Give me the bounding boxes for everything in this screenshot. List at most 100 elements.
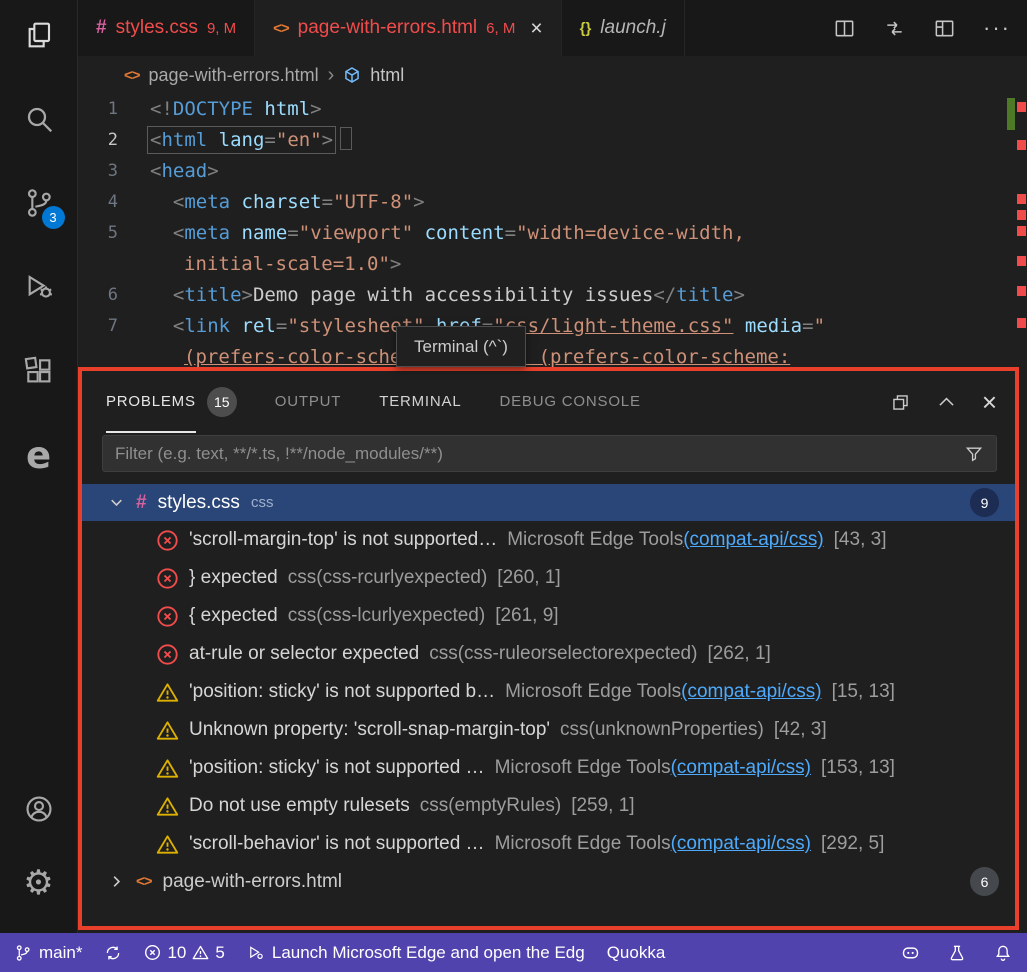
- problem-source: Microsoft Edge Tools: [507, 529, 683, 550]
- problem-source: css(css-lcurlyexpected): [288, 605, 485, 626]
- tab-styles-css[interactable]: # styles.css 9, M: [78, 0, 255, 56]
- breadcrumb: <> page-with-errors.html › html: [78, 56, 1007, 94]
- problem-item[interactable]: Unknown property: 'scroll-snap-margin-to…: [82, 711, 1015, 749]
- account-icon[interactable]: [15, 785, 63, 833]
- edge-devtools-icon[interactable]: e: [15, 431, 63, 479]
- problems-count-badge: 15: [207, 387, 237, 417]
- breadcrumb-separator-icon: ›: [328, 64, 335, 87]
- git-branch-item[interactable]: main*: [14, 943, 82, 963]
- sync-icon: [104, 944, 122, 962]
- search-icon[interactable]: [15, 95, 63, 143]
- problem-message: at-rule or selector expected: [189, 643, 419, 665]
- ruler-error-mark: [1017, 210, 1026, 220]
- problem-message: } expected: [189, 567, 278, 589]
- close-tab-icon[interactable]: ×: [530, 18, 542, 39]
- ruler-error-mark: [1017, 194, 1026, 204]
- customize-layout-icon[interactable]: [933, 17, 956, 40]
- tab-decoration: 6, M: [486, 20, 515, 37]
- tab-decoration: 9, M: [207, 20, 236, 37]
- problem-item[interactable]: 'position: sticky' is not supported b… M…: [82, 673, 1015, 711]
- problem-code-link[interactable]: (compat-api/css): [671, 833, 811, 854]
- more-actions-icon[interactable]: ···: [983, 17, 1011, 39]
- problem-position: [15, 13]: [832, 681, 895, 703]
- group-count-badge: 9: [970, 488, 999, 517]
- problem-position: [261, 9]: [495, 605, 558, 627]
- explorer-icon[interactable]: [15, 11, 63, 59]
- problem-item[interactable]: } expected css(css-rcurlyexpected) [260,…: [82, 559, 1015, 597]
- beaker-icon[interactable]: [947, 943, 967, 963]
- quokka-item[interactable]: Quokka: [607, 943, 666, 963]
- tab-problems[interactable]: PROBLEMS 15: [106, 371, 237, 433]
- problem-item[interactable]: { expected css(css-lcurlyexpected) [261,…: [82, 597, 1015, 635]
- settings-gear-icon[interactable]: ⚙: [15, 859, 63, 907]
- tab-page-with-errors-html[interactable]: <> page-with-errors.html 6, M ×: [255, 0, 561, 56]
- css-file-icon: #: [136, 492, 147, 514]
- problem-item[interactable]: 'position: sticky' is not supported … Mi…: [82, 749, 1015, 787]
- problem-item[interactable]: at-rule or selector expected css(css-rul…: [82, 635, 1015, 673]
- bell-icon[interactable]: [993, 943, 1013, 963]
- split-editor-icon[interactable]: [833, 17, 856, 40]
- problem-position: [262, 1]: [707, 643, 770, 665]
- gear-glyph: ⚙: [23, 866, 53, 900]
- breadcrumb-file[interactable]: page-with-errors.html: [149, 65, 319, 86]
- problem-code-link[interactable]: (compat-api/css): [683, 529, 823, 550]
- open-changes-icon[interactable]: [883, 17, 906, 40]
- problem-code-link[interactable]: (compat-api/css): [681, 681, 821, 702]
- group-file-name: page-with-errors.html: [163, 871, 343, 893]
- ruler-error-mark: [1017, 256, 1026, 266]
- debug-launch-icon: [247, 944, 265, 962]
- tab-output[interactable]: OUTPUT: [275, 371, 341, 433]
- error-icon: [144, 944, 161, 961]
- panel-header: PROBLEMS 15 OUTPUT TERMINAL DEBUG CONSOL…: [82, 371, 1015, 433]
- tab-label: launch.j: [600, 17, 666, 39]
- ruler-error-mark: [1017, 140, 1026, 150]
- branch-name: main*: [39, 943, 82, 963]
- filter-funnel-icon[interactable]: [964, 444, 984, 464]
- group-count-badge: 6: [970, 867, 999, 896]
- html-file-icon: <>: [136, 873, 152, 890]
- code-editor[interactable]: 1 <!DOCTYPE html> 2 <html lang="en"> 3 <…: [78, 94, 1007, 368]
- problems-group-styles-css[interactable]: # styles.css css 9: [82, 484, 1015, 521]
- tab-debug-console[interactable]: DEBUG CONSOLE: [499, 371, 640, 433]
- code-line: 7 <link rel="stylesheet" href="css/light…: [78, 311, 1007, 342]
- edge-logo-glyph: e: [26, 437, 51, 474]
- problem-position: [43, 3]: [834, 529, 887, 551]
- quokka-label: Quokka: [607, 943, 666, 963]
- chevron-right-icon: [108, 873, 125, 890]
- source-control-icon[interactable]: 3: [15, 179, 63, 227]
- problem-item[interactable]: 'scroll-behavior' is not supported … Mic…: [82, 825, 1015, 863]
- error-count: 10: [167, 943, 186, 963]
- problem-position: [153, 13]: [821, 757, 895, 779]
- breadcrumb-symbol[interactable]: html: [370, 65, 404, 86]
- problem-source: Microsoft Edge Tools: [495, 833, 671, 854]
- code-line-current: 2 <html lang="en">: [78, 125, 1007, 156]
- problem-message: Unknown property: 'scroll-snap-margin-to…: [189, 719, 550, 741]
- problem-message: 'scroll-margin-top' is not supported…: [189, 529, 497, 551]
- problem-item[interactable]: Do not use empty rulesets css(emptyRules…: [82, 787, 1015, 825]
- copilot-icon[interactable]: [900, 942, 921, 963]
- problems-group-page-with-errors[interactable]: <> page-with-errors.html 6: [82, 863, 1015, 900]
- restore-panel-icon[interactable]: [890, 392, 911, 413]
- extensions-icon[interactable]: [15, 347, 63, 395]
- tab-label: styles.css: [116, 17, 198, 39]
- ruler-error-mark: [1017, 226, 1026, 236]
- overview-ruler[interactable]: [1005, 94, 1027, 368]
- tab-terminal[interactable]: TERMINAL: [379, 371, 461, 433]
- run-debug-icon[interactable]: [15, 263, 63, 311]
- problem-code-link[interactable]: (compat-api/css): [671, 757, 811, 778]
- html-file-icon: <>: [124, 67, 140, 84]
- problems-status-item[interactable]: 10 5: [144, 943, 224, 963]
- problem-message: 'position: sticky' is not supported …: [189, 757, 485, 779]
- launch-edge-item[interactable]: Launch Microsoft Edge and open the Edg: [247, 943, 585, 963]
- problem-source: css(emptyRules): [420, 795, 561, 816]
- problem-position: [260, 1]: [497, 567, 560, 589]
- group-file-name: styles.css: [158, 492, 240, 514]
- ruler-error-mark: [1017, 318, 1026, 328]
- warning-icon: [156, 681, 179, 704]
- filter-input[interactable]: [115, 444, 964, 464]
- problem-item[interactable]: 'scroll-margin-top' is not supported… Mi…: [82, 521, 1015, 559]
- close-panel-icon[interactable]: ×: [982, 389, 997, 415]
- maximize-panel-icon[interactable]: [936, 392, 957, 413]
- tab-launch-json[interactable]: {} launch.j: [562, 0, 685, 56]
- sync-item[interactable]: [104, 944, 122, 962]
